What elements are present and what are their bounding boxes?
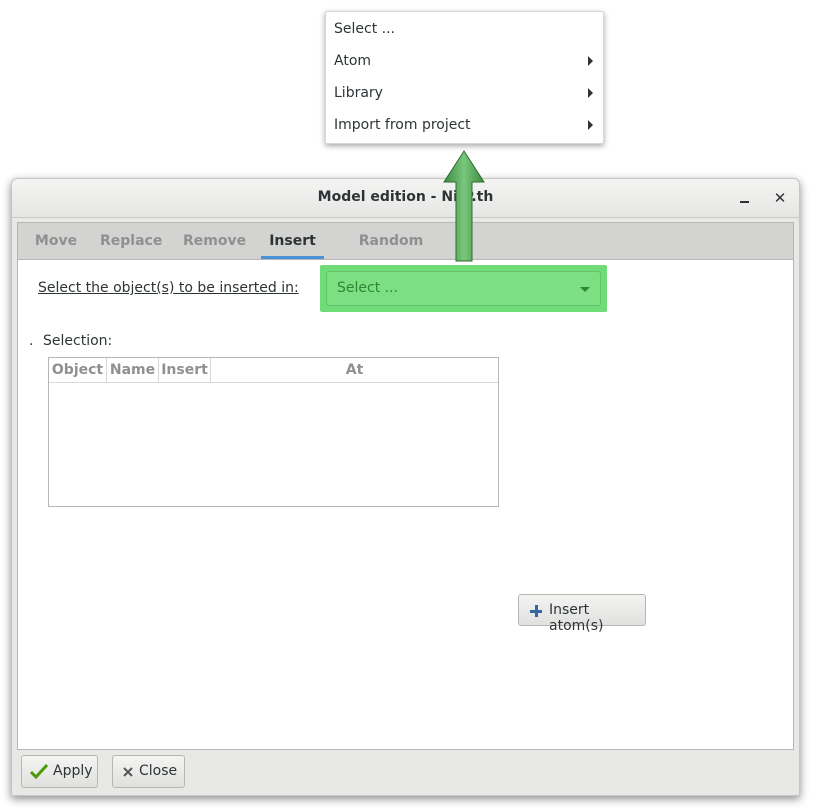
- selection-label: Selection:: [43, 333, 113, 349]
- close-icon: ✕: [773, 189, 787, 207]
- close-icon: [123, 767, 133, 777]
- notebook: Move Replace Remove Insert Random move S…: [17, 222, 794, 750]
- tab-label: Move: [34, 233, 78, 249]
- minimize-icon: [740, 201, 749, 203]
- menu-item-library[interactable]: Library: [326, 77, 603, 109]
- apply-button[interactable]: Apply: [21, 755, 98, 788]
- menu-item-atom[interactable]: Atom: [326, 45, 603, 77]
- tab-label: Insert: [269, 233, 316, 249]
- column-header-insert[interactable]: Insert: [159, 358, 211, 382]
- close-label: Close: [139, 763, 178, 779]
- chevron-down-icon: [580, 287, 590, 292]
- menu-item-label: Atom: [334, 53, 372, 69]
- menu-item-label: Import from project: [334, 117, 471, 133]
- tab-label: Remove: [183, 233, 247, 249]
- tab-random-move[interactable]: Random move: [338, 223, 444, 285]
- submenu-arrow-icon: [588, 88, 593, 98]
- selection-table[interactable]: Object Name Insert At: [48, 357, 499, 507]
- minimize-button[interactable]: [735, 188, 755, 208]
- tab-bar: Move Replace Remove Insert Random move: [18, 223, 793, 285]
- tab-remove[interactable]: Remove: [183, 223, 247, 259]
- tab-replace[interactable]: Replace: [100, 223, 162, 259]
- menu-item-label: Select ...: [334, 21, 395, 37]
- tab-move[interactable]: Move: [34, 223, 78, 259]
- expander-dot: .: [29, 333, 34, 349]
- up-arrow-icon: [443, 150, 485, 262]
- checkmark-icon: [30, 764, 48, 780]
- close-window-button[interactable]: ✕: [770, 188, 790, 208]
- window-title: Model edition - Ni-P.th: [317, 189, 494, 205]
- table-header: Object Name Insert At: [49, 358, 498, 383]
- column-header-at[interactable]: At: [211, 358, 498, 382]
- menu-item-label: Library: [334, 85, 383, 101]
- combo-value: Select ...: [337, 280, 398, 296]
- close-button[interactable]: Close: [112, 755, 185, 788]
- insert-atoms-button[interactable]: Insert atom(s): [518, 594, 646, 634]
- menu-item-select[interactable]: Select ...: [326, 13, 603, 45]
- tab-insert[interactable]: Insert: [261, 223, 324, 259]
- plus-icon: [530, 605, 542, 617]
- tab-label: Replace: [100, 233, 163, 249]
- titlebar: Model edition - Ni-P.th ✕: [12, 179, 799, 218]
- popup-menu: Select ... Atom Library Import from proj…: [325, 11, 604, 144]
- menu-item-import-from-project[interactable]: Import from project: [326, 109, 603, 141]
- apply-label: Apply: [53, 763, 93, 779]
- insert-atoms-label: Insert atom(s): [549, 602, 604, 634]
- submenu-arrow-icon: [588, 56, 593, 66]
- submenu-arrow-icon: [588, 120, 593, 130]
- model-edition-window: Model edition - Ni-P.th ✕ Move Replace R…: [11, 178, 800, 796]
- insert-page: Select the object(s) to be inserted in: …: [18, 260, 793, 749]
- column-header-object[interactable]: Object: [49, 358, 107, 382]
- select-objects-label: Select the object(s) to be inserted in:: [38, 280, 299, 296]
- active-tab-indicator: [261, 256, 324, 259]
- column-header-name[interactable]: Name: [107, 358, 159, 382]
- object-select-combo[interactable]: Select ...: [326, 271, 601, 306]
